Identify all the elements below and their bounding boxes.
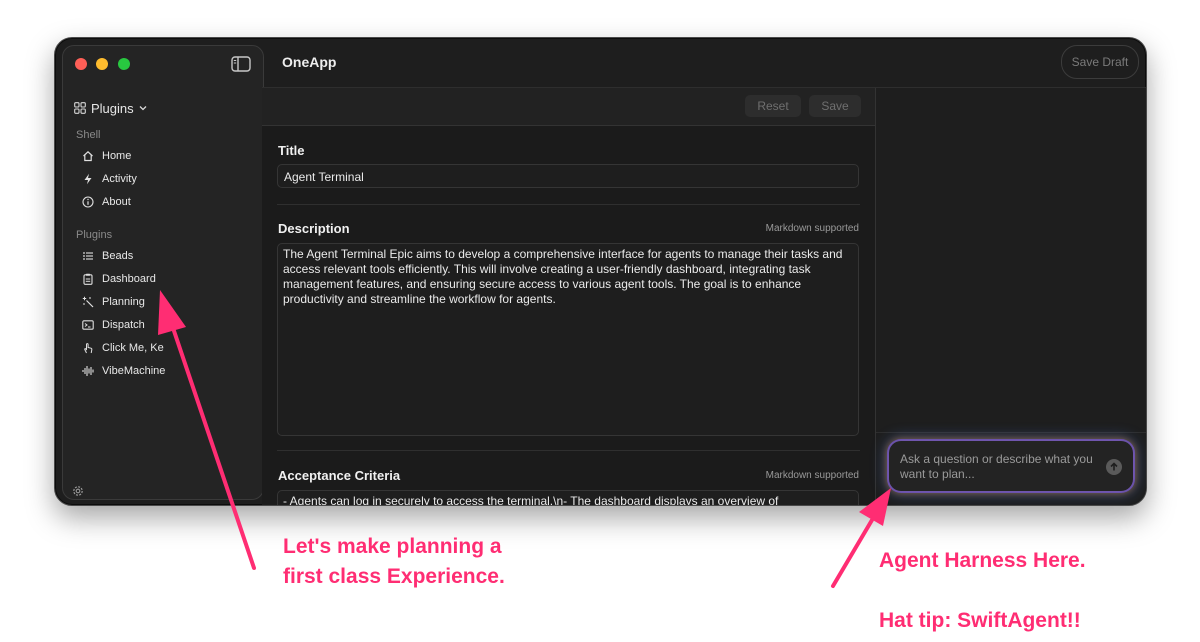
terminal-icon [82,320,94,330]
sidebar-item-about[interactable]: About [82,193,131,211]
list-icon [83,252,93,260]
sidebar-item-vibemachine[interactable]: VibeMachine [82,362,165,380]
section-label-shell: Shell [76,129,101,141]
sidebar-item-label: About [102,196,131,208]
sidebar-item-home[interactable]: Home [82,147,131,165]
bolt-icon [84,173,92,185]
sidebar-item-dashboard[interactable]: Dashboard [82,270,156,288]
sidebar-toggle-icon[interactable] [231,56,251,72]
description-label: Description [278,221,350,236]
form-pane: Reset Save Title Agent Terminal Descript… [262,88,876,505]
acceptance-criteria-field[interactable]: - Agents can log in securely to access t… [277,490,859,505]
chat-placeholder: Ask a question or describe what you want… [900,452,1093,481]
annotation-line: first class Experience. [283,565,505,588]
sidebar-item-activity[interactable]: Activity [82,170,137,188]
clipboard-icon [83,273,93,285]
chat-pane: Ask a question or describe what you want… [876,88,1146,505]
arrow-up-icon [1110,462,1118,471]
save-draft-button[interactable]: Save Draft [1061,45,1139,79]
annotation-hat-tip: Hat tip: SwiftAgent!! [879,609,1081,632]
sidebar-item-label: VibeMachine [102,365,166,377]
markdown-hint: Markdown supported [765,223,859,234]
app-title: OneApp [282,54,337,70]
minimize-window-button[interactable] [96,58,108,70]
plugins-switcher[interactable]: Plugins [74,99,147,117]
sidebar-item-label: Dashboard [102,273,156,285]
markdown-hint: Markdown supported [765,470,859,481]
divider [277,450,860,451]
plugins-switcher-label: Plugins [91,100,134,116]
description-field[interactable]: The Agent Terminal Epic aims to develop … [277,243,859,436]
title-field[interactable]: Agent Terminal [277,164,859,188]
sparkle-wand-icon [82,296,94,308]
house-icon [83,150,93,162]
section-label-plugins: Plugins [76,229,113,241]
send-button[interactable] [1106,459,1122,475]
grid-icon [74,102,86,114]
zoom-window-button[interactable] [118,58,130,70]
sidebar-item-label: Planning [102,296,145,308]
form-toolbar: Reset Save [262,88,875,126]
annotation-line: Let's make planning a [283,535,502,558]
sidebar-item-label: Home [102,150,132,162]
close-window-button[interactable] [75,58,87,70]
sidebar-item-label: Activity [102,173,137,185]
app-window: Plugins Shell Home Activity About Plugin… [54,37,1147,506]
annotation-harness: Agent Harness Here. [879,549,1086,572]
sidebar-item-click-me[interactable]: Click Me, Ke [82,339,164,357]
tap-hand-icon [84,343,93,354]
chevron-down-icon [139,106,147,111]
chat-input[interactable]: Ask a question or describe what you want… [889,441,1133,491]
sidebar-item-label: Click Me, Ke [102,342,164,354]
sidebar-item-planning[interactable]: Planning [82,293,145,311]
chat-divider [876,432,1146,433]
sidebar-item-dispatch[interactable]: Dispatch [82,316,145,334]
sidebar-item-label: Beads [102,250,134,262]
sidebar-item-beads[interactable]: Beads [82,247,133,265]
sidebar-item-label: Dispatch [102,319,145,331]
waveform-icon [82,366,94,376]
reset-button[interactable]: Reset [745,95,801,117]
info-icon [82,196,94,208]
sidebar: Plugins Shell Home Activity About Plugin… [62,45,264,500]
save-button[interactable]: Save [809,95,861,117]
gear-icon[interactable] [71,484,85,498]
acceptance-criteria-label: Acceptance Criteria [278,468,401,483]
annotation-planning: Let's make planning a first class Experi… [283,532,505,592]
title-label: Title [278,143,305,158]
divider [277,204,860,205]
